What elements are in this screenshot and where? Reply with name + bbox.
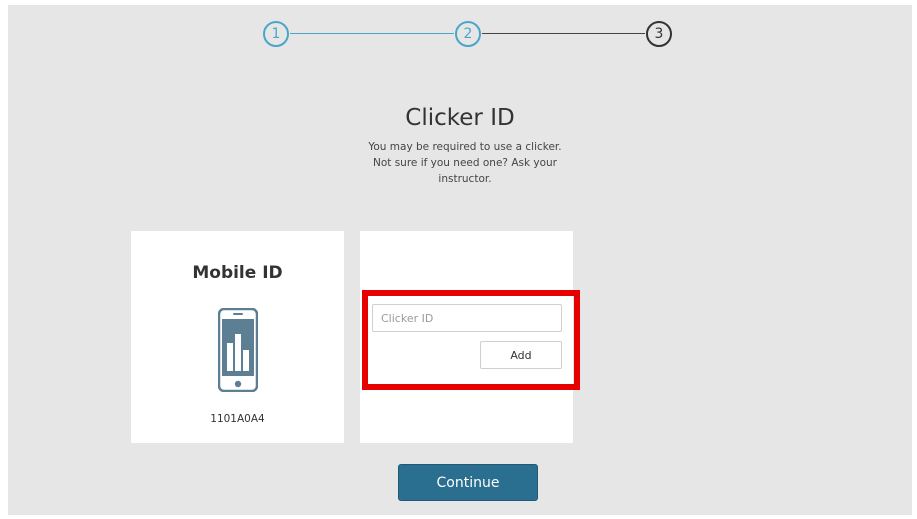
step-3-number: 3: [654, 26, 664, 42]
registration-panel: 1 2 3 Clicker ID You may be required to …: [8, 5, 912, 515]
step-connector-2-3: [482, 33, 645, 34]
mobile-id-heading: Mobile ID: [192, 263, 283, 283]
page-subtitle: You may be required to use a clicker. No…: [368, 141, 562, 185]
mobile-id-value: 1101A0A4: [210, 413, 265, 425]
step-1-number: 1: [271, 26, 281, 42]
step-2-indicator: 2: [455, 21, 481, 47]
clicker-id-card: Add: [360, 231, 573, 443]
step-connector-1-2: [290, 33, 454, 34]
step-1-indicator: 1: [263, 21, 289, 47]
smartphone-chart-icon: [218, 308, 258, 392]
page-title: Clicker ID: [405, 105, 515, 131]
add-clicker-button[interactable]: Add: [480, 341, 562, 369]
step-3-indicator: 3: [646, 21, 672, 47]
clicker-id-input[interactable]: [372, 304, 562, 332]
mobile-id-card: Mobile ID 1101A0A4: [131, 231, 344, 443]
continue-button[interactable]: Continue: [398, 464, 538, 501]
step-2-number: 2: [463, 26, 473, 42]
